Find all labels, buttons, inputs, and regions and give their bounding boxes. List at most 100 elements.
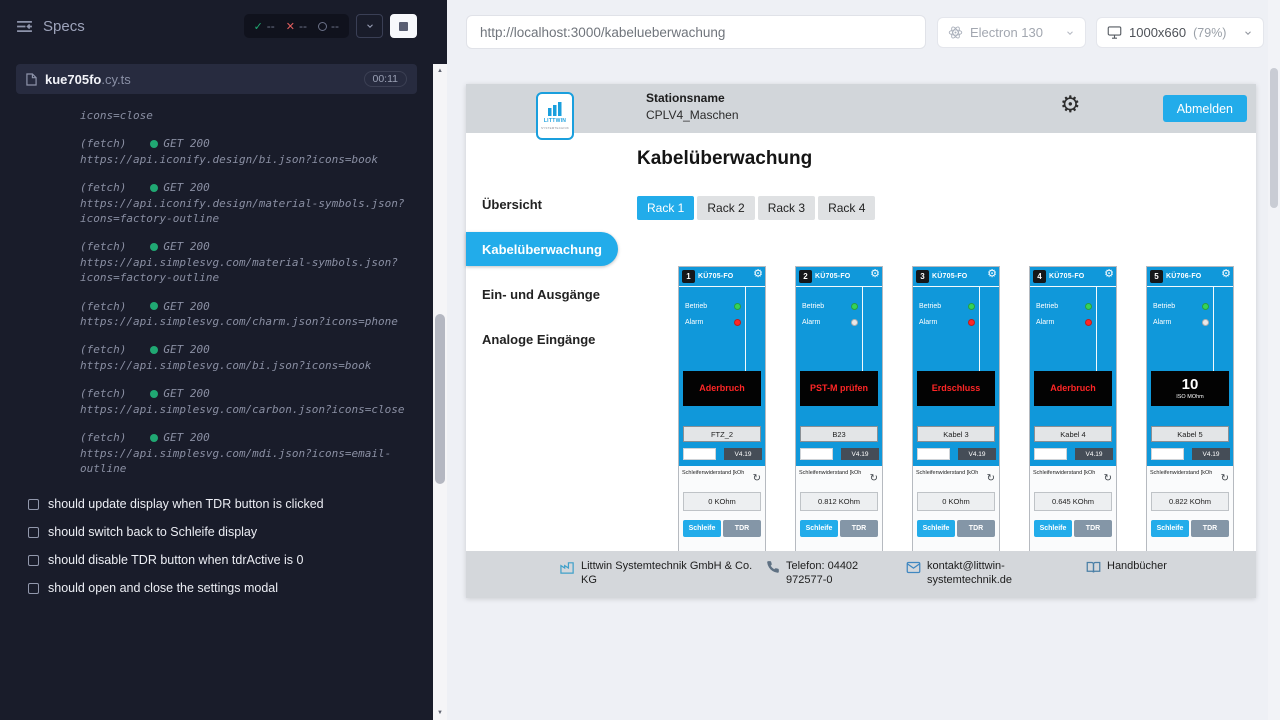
rack-tab[interactable]: Rack 3 — [758, 196, 815, 220]
test-item[interactable]: should disable TDR button when tdrActive… — [0, 546, 447, 574]
fetch-label: (fetch) — [80, 299, 126, 314]
success-dot-icon — [150, 346, 158, 354]
schleife-button[interactable]: Schleife — [800, 520, 838, 537]
request-url: https://api.iconify.design/bi.json?icons… — [80, 152, 410, 167]
test-item[interactable]: should open and close the settings modal — [0, 574, 447, 602]
log-entry[interactable]: (fetch) GET 200 https://api.simplesvg.co… — [80, 386, 410, 417]
logout-button[interactable]: Abmelden — [1163, 95, 1247, 122]
success-dot-icon — [150, 390, 158, 398]
specs-menu-icon[interactable] — [16, 20, 33, 33]
mini-input[interactable] — [800, 448, 833, 460]
betrieb-led — [734, 303, 741, 310]
station-label: Stationsname — [646, 91, 739, 105]
log-entry[interactable]: (fetch) GET 200 https://api.iconify.desi… — [80, 180, 410, 226]
mini-input[interactable] — [683, 448, 716, 460]
mini-input[interactable] — [1151, 448, 1184, 460]
nav-item[interactable]: Analoge Eingänge — [466, 322, 618, 356]
success-dot-icon — [150, 434, 158, 442]
tdr-button[interactable]: TDR — [957, 520, 995, 537]
device-settings-icon[interactable]: ⚙ — [1221, 269, 1231, 280]
device-card: 5 KÜ706-FO ⚙ Betrieb Alarm — [1146, 266, 1234, 551]
check-icon: ✓ — [254, 20, 263, 33]
tdr-button[interactable]: TDR — [840, 520, 878, 537]
specs-label[interactable]: Specs — [43, 18, 85, 35]
left-scrollbar[interactable]: ▲ ▼ — [433, 64, 447, 720]
browser-select[interactable]: Electron 130 — [937, 17, 1086, 48]
nav-item[interactable]: Kabelüberwachung — [466, 232, 618, 266]
http-status: GET 200 — [150, 342, 209, 357]
stop-button[interactable] — [390, 14, 417, 38]
measurement-label: Schleifenwiderstand [kOhm] — [916, 470, 978, 476]
schleife-button[interactable]: Schleife — [1034, 520, 1072, 537]
electron-icon — [948, 25, 963, 40]
refresh-icon[interactable]: ↻ — [753, 474, 761, 484]
factory-icon — [560, 560, 575, 575]
firmware-version: V4.19 — [958, 448, 996, 460]
rack-tab[interactable]: Rack 1 — [637, 196, 694, 220]
page-scrollbar-thumb[interactable] — [1270, 68, 1278, 208]
betrieb-led — [968, 303, 975, 310]
success-dot-icon — [150, 243, 158, 251]
http-status: GET 200 — [150, 136, 209, 151]
refresh-icon[interactable]: ↻ — [870, 474, 878, 484]
log-entry[interactable]: (fetch) GET 200 https://api.simplesvg.co… — [80, 430, 410, 476]
spec-file-header[interactable]: kue705fo.cy.ts 00:11 — [16, 64, 417, 94]
cable-name-field[interactable]: Kabel 3 — [917, 426, 995, 442]
test-item[interactable]: should switch back to Schleife display — [0, 518, 447, 546]
resistance-value: 0.822 KOhm — [1151, 492, 1229, 511]
nav-item[interactable]: Ein- und Ausgänge — [466, 277, 618, 311]
tdr-button[interactable]: TDR — [1191, 520, 1229, 537]
device-settings-icon[interactable]: ⚙ — [1104, 269, 1114, 280]
url-input[interactable] — [466, 15, 926, 49]
book-icon — [1086, 560, 1101, 575]
log-entry[interactable]: (fetch) GET 200 https://api.simplesvg.co… — [80, 299, 410, 330]
cable-name-field[interactable]: Kabel 4 — [1034, 426, 1112, 442]
fetch-label: (fetch) — [80, 386, 126, 401]
log-entry[interactable]: (fetch) GET 200 https://api.simplesvg.co… — [80, 239, 410, 285]
cable-name-field[interactable]: B23 — [800, 426, 878, 442]
tdr-button[interactable]: TDR — [723, 520, 761, 537]
device-model: KÜ705-FO — [932, 273, 967, 280]
device-settings-icon[interactable]: ⚙ — [870, 269, 880, 280]
scroll-down-arrow-icon[interactable]: ▼ — [433, 706, 447, 720]
viewport-select[interactable]: 1000x660 (79%) — [1096, 17, 1264, 48]
browser-name: Electron 130 — [970, 25, 1043, 40]
request-url: https://api.simplesvg.com/mdi.json?icons… — [80, 446, 410, 477]
log-entry[interactable]: (fetch) GET 200 https://api.simplesvg.co… — [80, 342, 410, 373]
betrieb-led — [1085, 303, 1092, 310]
left-scrollbar-thumb[interactable] — [435, 314, 445, 484]
success-dot-icon — [150, 184, 158, 192]
refresh-icon[interactable]: ↻ — [1104, 474, 1112, 484]
page-scrollbar[interactable] — [1268, 0, 1280, 720]
scroll-up-arrow-icon[interactable]: ▲ — [433, 64, 447, 78]
footer-manuals[interactable]: Handbücher — [1086, 559, 1167, 575]
log-entry[interactable]: (fetch) GET 200 https://api.iconify.desi… — [80, 136, 410, 167]
test-item[interactable]: should update display when TDR button is… — [0, 490, 447, 518]
refresh-icon[interactable]: ↻ — [987, 474, 995, 484]
monitor-icon — [1107, 25, 1122, 40]
device-model: KÜ705-FO — [698, 273, 733, 280]
nav-item[interactable]: Übersicht — [466, 187, 618, 221]
cable-name-field[interactable]: Kabel 5 — [1151, 426, 1229, 442]
rack-tab[interactable]: Rack 4 — [818, 196, 875, 220]
mini-input[interactable] — [1034, 448, 1067, 460]
device-settings-icon[interactable]: ⚙ — [753, 269, 763, 280]
schleife-button[interactable]: Schleife — [683, 520, 721, 537]
measurement-label: Schleifenwiderstand [kOhm] — [1033, 470, 1095, 476]
settings-gear-icon[interactable]: ⚙ — [1060, 93, 1081, 116]
log-entry[interactable]: icons=close — [80, 108, 410, 123]
alarm-led — [1085, 319, 1092, 326]
measurement-label: Schleifenwiderstand [kOhm] — [1150, 470, 1212, 476]
resistance-value: 0 KOhm — [683, 492, 761, 511]
tdr-button[interactable]: TDR — [1074, 520, 1112, 537]
schleife-button[interactable]: Schleife — [1151, 520, 1189, 537]
rack-tab[interactable]: Rack 2 — [697, 196, 754, 220]
cable-name-field[interactable]: FTZ_2 — [683, 426, 761, 442]
device-card: 2 KÜ705-FO ⚙ Betrieb Alarm PST-M prüf — [795, 266, 883, 551]
refresh-icon[interactable]: ↻ — [1221, 474, 1229, 484]
device-settings-icon[interactable]: ⚙ — [987, 269, 997, 280]
mini-input[interactable] — [917, 448, 950, 460]
schleife-button[interactable]: Schleife — [917, 520, 955, 537]
collapse-button[interactable] — [356, 14, 383, 38]
resistance-value: 0 KOhm — [917, 492, 995, 511]
